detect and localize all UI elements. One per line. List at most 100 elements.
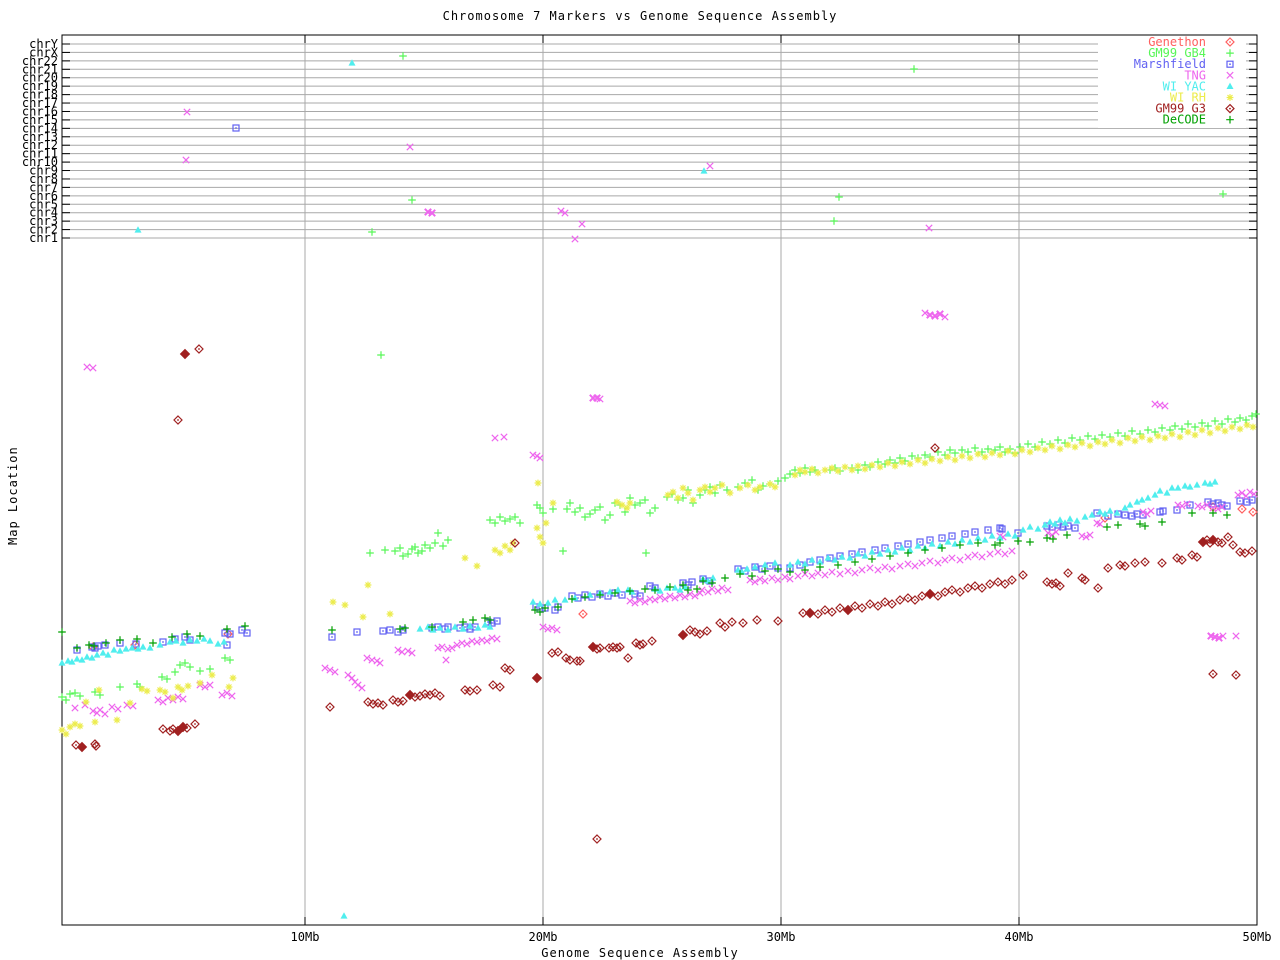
triangle-marker	[1174, 484, 1182, 491]
triangle-marker	[951, 540, 959, 547]
plus-marker	[830, 217, 838, 225]
plus-marker	[186, 663, 194, 671]
triangle-marker	[1144, 494, 1152, 501]
series-tng	[71, 108, 1258, 718]
diamond-marker-dot	[1011, 579, 1013, 581]
star-marker	[718, 481, 726, 489]
star-marker	[814, 469, 822, 477]
star-marker	[808, 465, 816, 473]
square-marker-dot	[356, 631, 358, 633]
star-marker	[711, 484, 719, 492]
star-marker	[174, 683, 182, 691]
star-marker	[1004, 447, 1012, 455]
star-marker	[1056, 445, 1064, 453]
star-marker	[854, 462, 862, 470]
diamond-marker-dot	[981, 587, 983, 589]
diamond-marker-dot	[967, 587, 969, 589]
diamond-marker-dot	[934, 447, 936, 449]
plus-marker	[1054, 436, 1062, 444]
star-marker	[848, 466, 856, 474]
square-marker-dot	[1136, 513, 1138, 515]
plus-marker	[868, 555, 876, 563]
diamond-marker-dot	[439, 695, 441, 697]
plus-marker	[1026, 538, 1034, 546]
plus-marker	[1098, 431, 1106, 439]
diamond-marker-dot	[504, 667, 506, 669]
plus-marker	[641, 585, 649, 593]
plus-marker	[1184, 420, 1192, 428]
star-marker	[684, 489, 692, 497]
star-marker	[1236, 425, 1244, 433]
plus-marker	[601, 516, 609, 524]
triangle-marker	[561, 596, 569, 603]
cross-marker	[828, 568, 836, 576]
star-marker	[66, 723, 74, 731]
cross-marker	[934, 559, 942, 567]
triangle-marker	[116, 647, 124, 654]
star-marker	[771, 483, 779, 491]
star-marker	[1108, 436, 1116, 444]
star-marker	[801, 468, 809, 476]
square-marker-dot	[135, 643, 137, 645]
plus-marker	[196, 667, 204, 675]
diamond-marker-dot	[1221, 542, 1223, 544]
star-marker	[1026, 448, 1034, 456]
diamond-marker-dot	[557, 651, 559, 653]
diamond-marker-dot	[579, 660, 581, 662]
diamond-marker-dot	[1241, 508, 1243, 510]
star-marker	[689, 496, 697, 504]
diamond-marker-dot	[1134, 562, 1136, 564]
plus-marker	[721, 574, 729, 582]
plus-marker	[1136, 520, 1144, 528]
star-marker	[539, 539, 547, 547]
cross-marker	[724, 586, 732, 594]
diamond-marker-dot	[619, 646, 621, 648]
cross-marker	[1001, 550, 1009, 558]
square-marker-dot	[496, 620, 498, 622]
diamond-marker-dot	[1004, 583, 1006, 585]
cross-marker	[866, 564, 874, 572]
square-marker-dot	[184, 636, 186, 638]
series-wi_rh	[58, 421, 1257, 738]
diamond-marker-dot	[476, 689, 478, 691]
plus-marker	[469, 616, 477, 624]
square-marker-dot	[987, 529, 989, 531]
triangle-marker	[1034, 525, 1042, 532]
star-marker	[1138, 433, 1146, 441]
star-marker	[1154, 432, 1162, 440]
diamond-marker-dot	[434, 692, 436, 694]
cross-marker	[714, 587, 722, 595]
plus-marker	[910, 65, 918, 73]
cross-marker	[911, 562, 919, 570]
cross-marker	[571, 235, 579, 243]
square-marker-dot	[1176, 509, 1178, 511]
diamond-marker-dot	[706, 630, 708, 632]
plus-marker	[516, 519, 524, 527]
diamond-marker-dot	[419, 695, 421, 697]
plus-marker	[576, 504, 584, 512]
square-marker-dot	[861, 551, 863, 553]
plus-marker	[226, 656, 234, 664]
cross-marker	[858, 566, 866, 574]
diamond-marker-dot	[694, 631, 696, 633]
plus-marker	[748, 476, 756, 484]
square-marker-dot	[491, 622, 493, 624]
star-marker	[876, 463, 884, 471]
diamond-marker-dot	[596, 838, 598, 840]
diamond-marker-dot	[469, 690, 471, 692]
star-marker	[981, 453, 989, 461]
diamond-marker-dot	[194, 723, 196, 725]
triangle-marker	[966, 538, 974, 545]
diamond-marker-dot	[1059, 585, 1061, 587]
star-marker	[944, 453, 952, 461]
square-marker-dot	[621, 594, 623, 596]
star-marker	[706, 488, 714, 496]
star-marker	[1064, 441, 1072, 449]
x-tick-label: 50Mb	[1243, 930, 1272, 944]
diamond-marker-dot	[1244, 552, 1246, 554]
star-marker	[618, 501, 626, 509]
square-marker-dot	[897, 545, 899, 547]
cross-marker	[442, 656, 450, 664]
diamond-marker-dot	[1181, 559, 1183, 561]
diamond-marker-dot	[944, 591, 946, 593]
